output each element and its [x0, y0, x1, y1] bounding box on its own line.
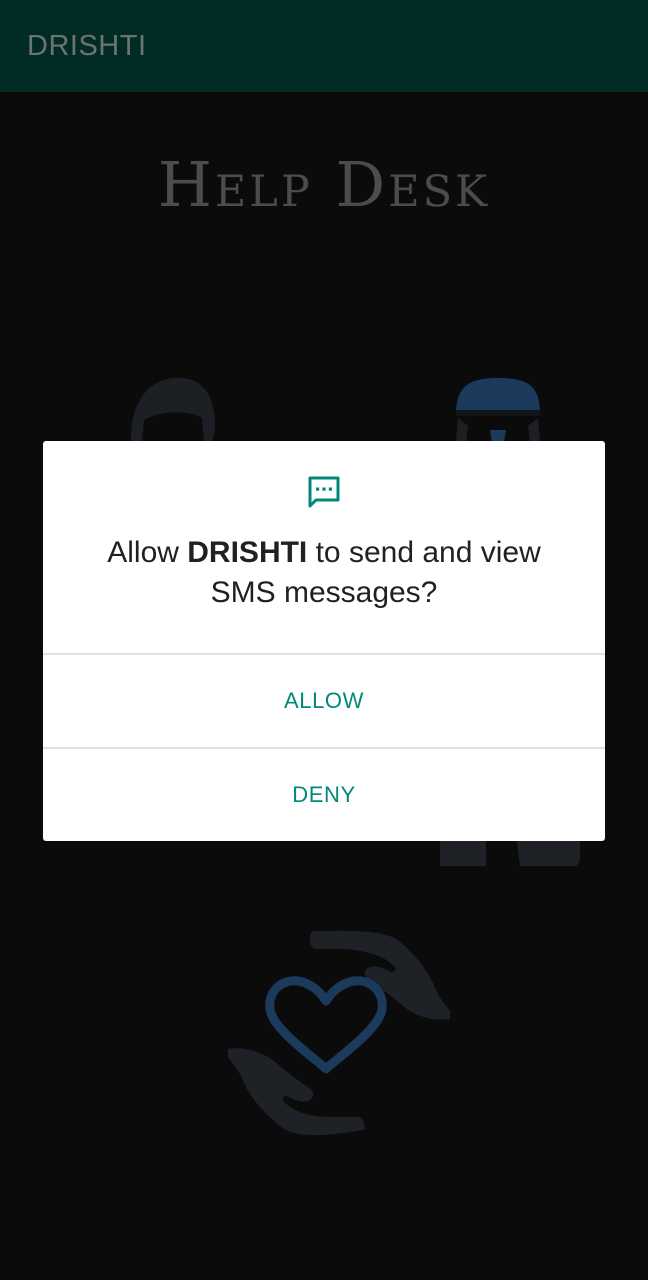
deny-button[interactable]: DENY	[43, 749, 605, 841]
care-hands-illustration	[228, 930, 450, 1136]
page-title: Help Desk	[157, 148, 491, 221]
app-bar: DRISHTI	[0, 0, 648, 92]
permission-dialog: Allow DRISHTI to send and view SMS messa…	[43, 441, 605, 841]
dialog-message: Allow DRISHTI to send and view SMS messa…	[73, 533, 575, 613]
app-name: DRISHTI	[187, 536, 308, 569]
message-prefix: Allow	[107, 536, 188, 569]
sms-message-icon	[308, 476, 340, 508]
allow-button[interactable]: ALLOW	[43, 655, 605, 747]
screen: DRISHTI Help Desk Allow DRISHTI to send …	[0, 0, 648, 1280]
app-title: DRISHTI	[27, 30, 147, 62]
